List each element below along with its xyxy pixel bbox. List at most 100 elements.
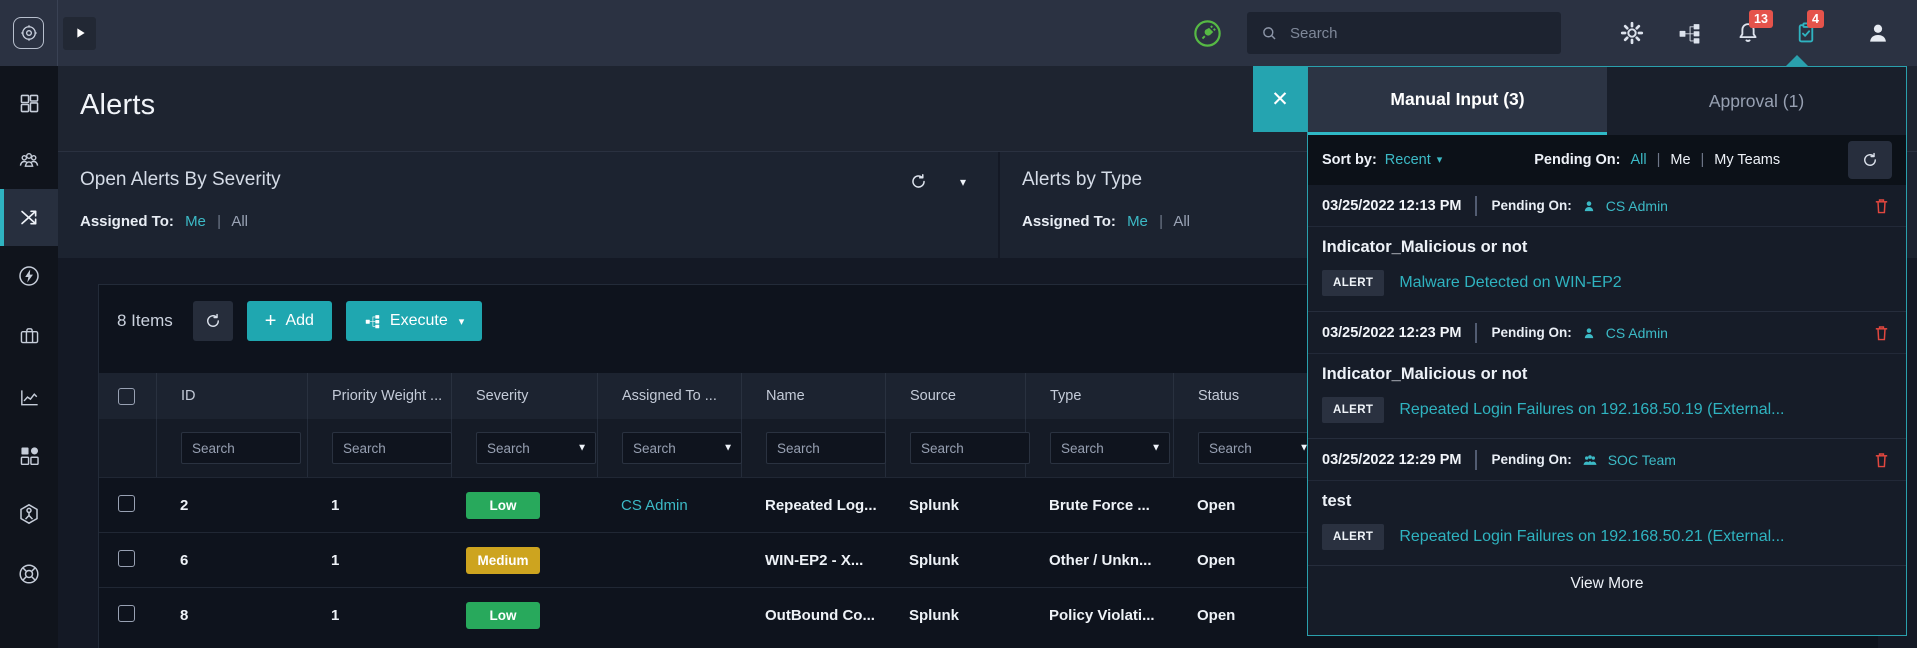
assigned-me-option[interactable]: Me bbox=[185, 213, 206, 230]
assigned-all-option[interactable]: All bbox=[1173, 213, 1190, 230]
filter-my-teams[interactable]: My Teams bbox=[1714, 152, 1780, 168]
column-header-name[interactable]: Name bbox=[741, 373, 885, 419]
items-count: 8 Items bbox=[117, 311, 173, 330]
task-assignee[interactable]: CS Admin bbox=[1606, 198, 1668, 214]
table-row[interactable]: 2 1 Low CS Admin Repeated Log... Splunk … bbox=[99, 477, 1333, 532]
separator: | bbox=[217, 213, 221, 230]
column-header-id[interactable]: ID bbox=[156, 373, 307, 419]
app-logo-icon[interactable] bbox=[13, 17, 44, 49]
cell-name[interactable]: Repeated Log... bbox=[741, 497, 885, 514]
column-header-status[interactable]: Status bbox=[1173, 373, 1279, 419]
refresh-icon bbox=[204, 312, 222, 330]
widget-actions: ▾ bbox=[909, 172, 966, 191]
sidebar-item-alerts[interactable] bbox=[0, 189, 58, 246]
sidebar-item-assets[interactable] bbox=[0, 485, 58, 542]
cell-assigned[interactable]: CS Admin bbox=[597, 497, 741, 514]
row-checkbox[interactable] bbox=[118, 604, 135, 622]
search-icon bbox=[1260, 24, 1279, 43]
filter-priority-input[interactable] bbox=[332, 432, 452, 464]
sidebar-item-reports[interactable] bbox=[0, 369, 58, 426]
sidebar-item-case-management[interactable] bbox=[0, 307, 58, 364]
column-header-assigned[interactable]: Assigned To ... bbox=[597, 373, 741, 419]
execute-button[interactable]: Execute ▾ bbox=[345, 301, 483, 341]
cell-priority: 1 bbox=[331, 606, 340, 624]
sidebar-item-teams[interactable] bbox=[0, 132, 58, 189]
assigned-label: Assigned To: bbox=[80, 213, 174, 230]
task-card[interactable]: 03/25/2022 12:13 PM Pending On: CS Admin… bbox=[1308, 185, 1906, 312]
chevron-down-icon: ▾ bbox=[1436, 154, 1443, 166]
filter-type-select[interactable] bbox=[1050, 432, 1170, 464]
table-row[interactable]: 8 1 Low OutBound Co... Splunk Policy Vio… bbox=[99, 587, 1333, 642]
cell-priority: 1 bbox=[331, 496, 340, 514]
task-card[interactable]: 03/25/2022 12:29 PM Pending On: SOC Team… bbox=[1308, 439, 1906, 566]
alert-link[interactable]: Repeated Login Failures on 192.168.50.21… bbox=[1399, 528, 1784, 546]
delete-task-button[interactable] bbox=[1871, 449, 1892, 471]
sidebar-item-dashboard[interactable] bbox=[0, 75, 58, 132]
table-filter-row: ▼ ▼ ▼ ▼ bbox=[99, 419, 1333, 477]
sort-value[interactable]: Recent bbox=[1385, 152, 1431, 168]
table-row[interactable]: 6 1 Medium WIN-EP2 - X... Splunk Other /… bbox=[99, 532, 1333, 587]
divider bbox=[1475, 322, 1478, 343]
delete-task-button[interactable] bbox=[1871, 322, 1892, 344]
task-title: test bbox=[1322, 492, 1352, 510]
delete-task-button[interactable] bbox=[1871, 195, 1892, 217]
settings-gear-icon[interactable] bbox=[1619, 20, 1645, 46]
sidebar-item-automation[interactable] bbox=[0, 247, 58, 304]
filter-severity-select[interactable] bbox=[476, 432, 596, 464]
cell-name[interactable]: OutBound Co... bbox=[741, 607, 885, 624]
filter-source-input[interactable] bbox=[910, 432, 1030, 464]
panel-sort-row: Sort by: Recent ▾ Pending On: All | Me |… bbox=[1308, 135, 1906, 185]
playbook-sitemap-icon[interactable] bbox=[1677, 20, 1703, 46]
row-checkbox[interactable] bbox=[118, 549, 135, 567]
panel-refresh-button[interactable] bbox=[1848, 140, 1892, 179]
filter-me[interactable]: Me bbox=[1670, 152, 1690, 168]
add-button[interactable]: + Add bbox=[246, 301, 332, 341]
cell-type: Policy Violati... bbox=[1049, 606, 1155, 624]
global-search[interactable] bbox=[1247, 12, 1561, 54]
task-assignee[interactable]: SOC Team bbox=[1608, 452, 1676, 468]
play-icon bbox=[72, 25, 88, 41]
view-more-button[interactable]: View More bbox=[1308, 566, 1906, 602]
assigned-me-option[interactable]: Me bbox=[1127, 213, 1148, 230]
notifications-bell-icon[interactable]: 13 bbox=[1735, 10, 1773, 46]
panel-close-button[interactable]: ✕ bbox=[1253, 66, 1307, 132]
assigned-all-option[interactable]: All bbox=[231, 213, 248, 230]
cell-name[interactable]: WIN-EP2 - X... bbox=[741, 552, 885, 569]
column-header-severity[interactable]: Severity bbox=[451, 373, 597, 419]
cell-source: Splunk bbox=[909, 606, 960, 624]
filter-status-select[interactable] bbox=[1198, 432, 1318, 464]
column-header-priority[interactable]: Priority Weight ... bbox=[307, 373, 451, 419]
task-assignee[interactable]: CS Admin bbox=[1606, 325, 1668, 341]
filter-all[interactable]: All bbox=[1630, 152, 1646, 168]
widget-refresh-icon[interactable] bbox=[909, 172, 928, 191]
chart-line-icon bbox=[18, 386, 41, 409]
integrations-plug-icon[interactable] bbox=[1192, 18, 1223, 49]
sidebar-item-help[interactable] bbox=[0, 545, 58, 602]
tab-approval[interactable]: Approval (1) bbox=[1607, 67, 1906, 135]
tab-manual-input[interactable]: Manual Input (3) bbox=[1308, 67, 1607, 135]
run-play-button[interactable] bbox=[63, 16, 96, 50]
cell-id: 8 bbox=[180, 606, 189, 624]
column-header-type[interactable]: Type bbox=[1025, 373, 1173, 419]
divider bbox=[1475, 449, 1478, 470]
filter-name-input[interactable] bbox=[766, 432, 886, 464]
pending-tasks-clipboard-icon[interactable]: 4 bbox=[1793, 10, 1824, 46]
users-icon bbox=[17, 149, 41, 173]
table-refresh-button[interactable] bbox=[192, 301, 233, 341]
row-checkbox[interactable] bbox=[118, 494, 135, 512]
widget-options-caret-icon[interactable]: ▾ bbox=[960, 174, 966, 189]
filter-assigned-select[interactable] bbox=[622, 432, 742, 464]
column-header-source[interactable]: Source bbox=[885, 373, 1025, 419]
alert-link[interactable]: Repeated Login Failures on 192.168.50.19… bbox=[1399, 401, 1784, 419]
assigned-filter: Assigned To: Me | All bbox=[80, 213, 248, 230]
sidebar-item-apps[interactable] bbox=[0, 427, 58, 484]
pending-on-label: Pending On: bbox=[1534, 151, 1621, 168]
user-avatar[interactable] bbox=[1865, 20, 1891, 46]
alert-link[interactable]: Malware Detected on WIN-EP2 bbox=[1399, 274, 1621, 292]
task-card-header: 03/25/2022 12:29 PM Pending On: SOC Team bbox=[1308, 439, 1906, 481]
global-search-input[interactable] bbox=[1290, 24, 1530, 42]
select-all-checkbox[interactable] bbox=[118, 387, 135, 405]
task-card-body: test ALERT Repeated Login Failures on 19… bbox=[1308, 481, 1906, 565]
task-card[interactable]: 03/25/2022 12:23 PM Pending On: CS Admin… bbox=[1308, 312, 1906, 439]
filter-id-input[interactable] bbox=[181, 432, 301, 464]
